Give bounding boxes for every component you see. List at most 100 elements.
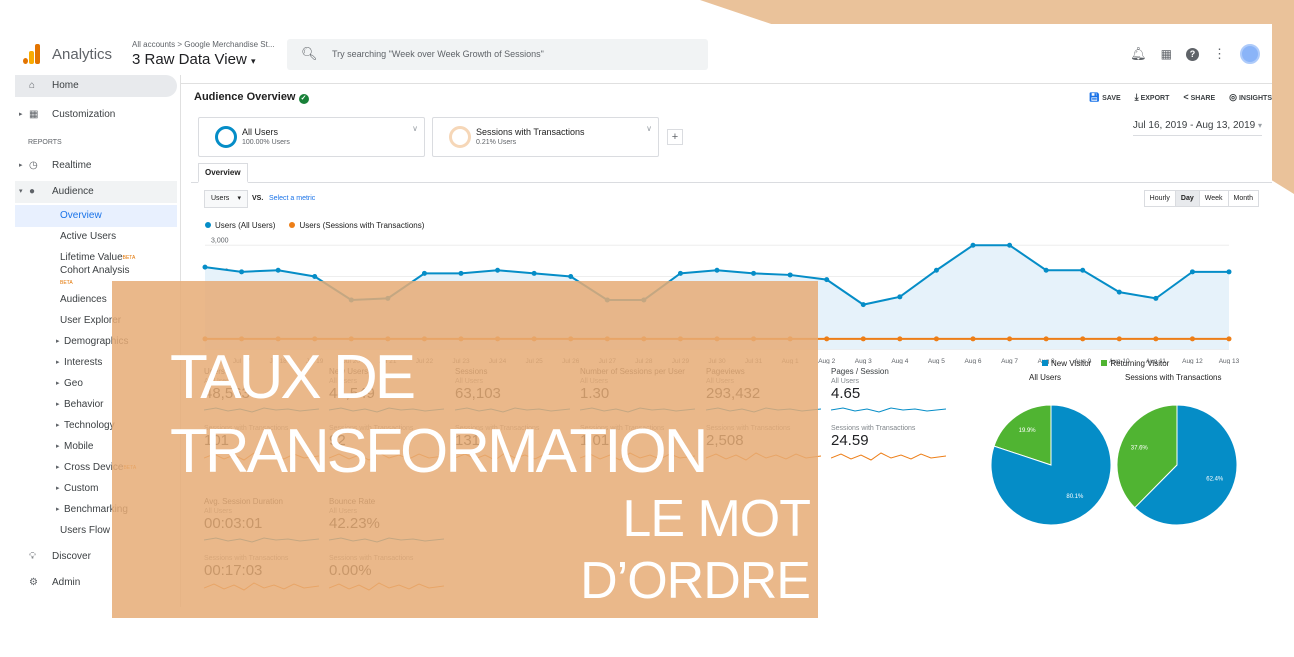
- insights-button[interactable]: ◎ INSIGHTS: [1229, 92, 1272, 103]
- chevron-down-icon: ▾: [19, 188, 23, 195]
- segment-title: All Users: [242, 127, 279, 137]
- help-icon[interactable]: ?: [1186, 47, 1199, 61]
- tab-overview[interactable]: Overview: [198, 163, 248, 183]
- chevron-right-icon: ▸: [56, 359, 60, 366]
- lightbulb-icon: 💡︎: [29, 551, 36, 562]
- metric-label: Pages / Session: [831, 367, 889, 376]
- metric-select-value: Users: [211, 195, 230, 202]
- data-point: [970, 242, 976, 248]
- x-tick-label: Aug 5: [928, 358, 945, 364]
- share-icon: <: [1183, 92, 1189, 102]
- overlay-tagline-2: D’ORDRE: [580, 552, 811, 610]
- date-range-text: Jul 16, 2019 - Aug 13, 2019: [1132, 120, 1256, 131]
- month-button[interactable]: Month: [1227, 191, 1258, 206]
- chevron-right-icon: ▸: [56, 443, 60, 450]
- date-range-picker[interactable]: Jul 16, 2019 - Aug 13, 2019 ▾: [1132, 120, 1262, 136]
- report-actions: 💾︎ SAVE ⤓ EXPORT < SHARE ◎ INSIGHTS: [1089, 92, 1272, 103]
- data-point: [1226, 269, 1232, 275]
- person-icon: ●: [29, 186, 36, 197]
- insights-label: INSIGHTS: [1238, 95, 1272, 102]
- metric-segment: Sessions with Transactions: [831, 425, 916, 432]
- search-bar[interactable]: 🔍︎ Try searching "Week over Week Growth …: [287, 39, 708, 70]
- bell-icon[interactable]: 🔔︎: [1130, 46, 1147, 62]
- export-label: EXPORT: [1140, 95, 1170, 102]
- chevron-right-icon: ▸: [56, 485, 60, 492]
- promo-overlay: TAUX DE TRANSFORMATION LE MOT D’ORDRE: [112, 281, 818, 618]
- tab-divider: [191, 182, 1272, 183]
- granularity-toggle: Hourly Day Week Month: [1143, 190, 1259, 207]
- data-point: [824, 336, 830, 342]
- day-button[interactable]: Day: [1174, 191, 1199, 206]
- pie-slice-label: 80.1%: [1066, 494, 1084, 500]
- segment-all-users[interactable]: All Users 100.00% Users ∨: [198, 117, 425, 157]
- sidebar-item-label: Behavior: [64, 399, 104, 410]
- data-point: [312, 274, 318, 279]
- visitor-pies: New Visitor Returning Visitor All Users …: [989, 349, 1272, 549]
- insights-icon: ◎: [1229, 92, 1237, 102]
- home-icon: ⌂: [29, 80, 36, 91]
- sidebar-item-home[interactable]: ⌂ Home: [15, 75, 177, 97]
- data-point: [897, 336, 903, 342]
- sidebar-item-label: Cohort Analysis: [60, 265, 130, 276]
- data-point: [1189, 269, 1195, 275]
- chevron-down-icon[interactable]: ∨: [646, 124, 652, 133]
- sidebar-item-label: Audience: [52, 186, 94, 197]
- sidebar-item-label: Audiences: [60, 294, 107, 305]
- data-point: [531, 270, 537, 276]
- search-icon: 🔍︎: [301, 46, 318, 61]
- view-selector[interactable]: 3 Raw Data View ▾: [132, 51, 255, 68]
- account-breadcrumb[interactable]: All accounts > Google Merchandise St...: [132, 40, 275, 49]
- chevron-right-icon: ▸: [56, 464, 60, 471]
- hourly-button[interactable]: Hourly: [1144, 191, 1175, 206]
- sidebar-item-customization[interactable]: ▸ ▦ Customization: [15, 104, 177, 126]
- avatar[interactable]: [1240, 44, 1260, 64]
- data-point: [458, 270, 464, 276]
- data-point: [1043, 336, 1049, 342]
- legend-swatch: [1101, 360, 1108, 366]
- metric-value: 24.59: [831, 432, 869, 449]
- y-tick-label: 3,000: [211, 237, 229, 244]
- data-point: [1043, 267, 1049, 273]
- segment-sub: 100.00% Users: [242, 139, 290, 146]
- sidebar-item-overview[interactable]: Overview: [15, 205, 177, 227]
- data-point: [275, 267, 281, 273]
- sidebar-item-label: Custom: [64, 483, 99, 494]
- chevron-right-icon: ▸: [56, 422, 60, 429]
- save-button[interactable]: 💾︎ SAVE: [1089, 92, 1121, 103]
- chevron-right-icon: ▸: [56, 401, 60, 408]
- select-metric-link[interactable]: Select a metric: [269, 195, 315, 202]
- segment-title: Sessions with Transactions: [476, 127, 585, 137]
- segment-sessions-with-transactions[interactable]: Sessions with Transactions 0.21% Users ∨: [432, 117, 659, 157]
- sidebar-item-label: Discover: [52, 551, 91, 562]
- share-button[interactable]: < SHARE: [1183, 92, 1215, 103]
- data-point: [970, 336, 976, 342]
- more-vert-icon[interactable]: ⋮: [1213, 46, 1226, 62]
- data-point: [1226, 336, 1232, 342]
- verified-check-icon: ✓: [298, 94, 309, 104]
- add-segment-button[interactable]: +: [667, 129, 683, 145]
- data-point: [1189, 336, 1195, 342]
- sidebar-item-label: Admin: [52, 577, 81, 588]
- sidebar-item-audience[interactable]: ▾ ● Audience: [15, 181, 177, 203]
- chevron-down-icon[interactable]: ∨: [412, 124, 418, 133]
- data-point: [897, 294, 903, 300]
- metric-card[interactable]: Pages / Session All Users 4.65 Sessions wit…: [830, 367, 951, 468]
- legend-dot: [289, 222, 296, 228]
- sidebar-item-label: Home: [52, 80, 79, 91]
- metric-segment: All Users: [831, 378, 860, 385]
- x-tick-label: Aug 6: [965, 358, 982, 364]
- segment-sub: 0.21% Users: [476, 139, 517, 146]
- sidebar-item-active-users[interactable]: Active Users: [15, 226, 177, 248]
- caret-down-icon: ▾: [250, 56, 256, 66]
- apps-grid-icon[interactable]: ▦: [1161, 47, 1172, 61]
- beta-badge: BETA: [122, 255, 136, 261]
- export-button[interactable]: ⤓ EXPORT: [1135, 92, 1170, 103]
- metric-select[interactable]: Users ▾: [204, 190, 248, 208]
- data-point: [239, 269, 245, 275]
- week-button[interactable]: Week: [1198, 191, 1228, 206]
- page-title: Audience Overview ✓: [194, 91, 309, 104]
- metric-sparkline: [830, 407, 947, 413]
- dashboard-icon: ▦: [29, 109, 39, 120]
- legend-swatch: [1042, 360, 1048, 366]
- sidebar-item-realtime[interactable]: ▸ ◷ Realtime: [15, 155, 177, 177]
